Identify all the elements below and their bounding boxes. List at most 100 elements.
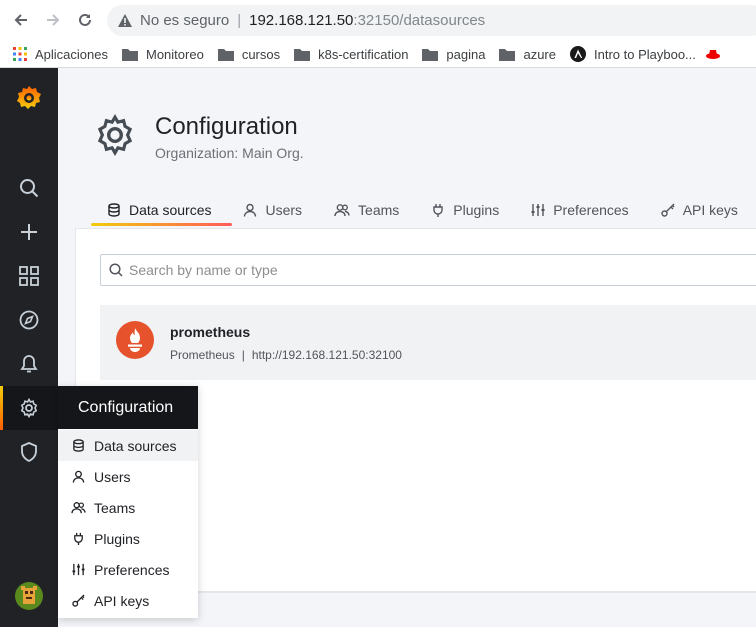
search-input[interactable] (129, 262, 729, 278)
sidebar-create[interactable] (0, 210, 58, 254)
bookmark-folder-monitoreo[interactable]: Monitoreo (122, 47, 204, 62)
bookmark-folder-k8s[interactable]: k8s-certification (294, 47, 408, 62)
redhat-icon (705, 48, 720, 60)
menu-item-label: Plugins (94, 530, 140, 547)
sidebar-profile-avatar[interactable] (0, 574, 58, 618)
ansible-icon (570, 46, 586, 62)
menu-item-label: Data sources (94, 437, 177, 454)
search-icon (20, 179, 39, 198)
tab-plugins[interactable]: Plugins (415, 194, 515, 226)
tab-users[interactable]: Users (227, 194, 318, 226)
menu-item-label: Users (94, 468, 131, 485)
menu-item-api-keys[interactable]: API keys (58, 585, 198, 616)
url-host: 192.168.121.50 (249, 12, 354, 29)
bookmark-apps[interactable]: Aplicaciones (13, 47, 108, 62)
forward-button[interactable] (37, 4, 69, 36)
bookmark-label: cursos (241, 46, 281, 62)
plus-icon (21, 224, 37, 240)
datasource-type: Prometheus (170, 348, 235, 362)
bookmark-label: k8s-certification (318, 46, 409, 62)
insecure-label: No es seguro (140, 12, 230, 29)
tab-preferences[interactable]: Preferences (515, 194, 644, 226)
bookmark-folder-azure[interactable]: azure (499, 47, 556, 62)
grafana-sidebar (0, 68, 58, 627)
datasource-url: http://192.168.121.50:32100 (251, 348, 402, 362)
folder-icon (217, 48, 234, 61)
sliders-icon (70, 563, 86, 576)
bookmark-folder-cursos[interactable]: cursos (217, 46, 281, 62)
datasource-meta: Prometheus | http://192.168.121.50:32100 (170, 348, 402, 362)
bookmark-label: Intro to Playboo... (594, 46, 696, 62)
gear-icon (20, 398, 38, 418)
menu-item-label: Preferences (94, 561, 170, 578)
gear-icon (94, 114, 136, 161)
bookmark-redhat[interactable] (705, 48, 728, 60)
menu-item-teams[interactable]: Teams (58, 492, 198, 523)
menu-item-data-sources[interactable]: Data sources (58, 430, 198, 461)
avatar (15, 582, 43, 610)
tab-label: Teams (358, 202, 400, 218)
key-icon (660, 203, 675, 217)
search-icon (109, 263, 123, 277)
page-subtitle: Organization: Main Org. (155, 145, 304, 161)
menu-header[interactable]: Configuration (58, 386, 198, 429)
browser-toolbar: No es seguro | 192.168.121.50:32150/data… (0, 0, 756, 41)
sidebar-explore[interactable] (0, 298, 58, 342)
database-icon (70, 439, 86, 452)
sidebar-configuration[interactable] (0, 386, 58, 430)
users-icon (334, 203, 350, 217)
datasource-name: prometheus (170, 324, 251, 340)
sidebar-search[interactable] (0, 166, 58, 210)
sidebar-alerting[interactable] (0, 342, 58, 386)
datasource-card[interactable]: prometheus Prometheus | http://192.168.121… (100, 305, 756, 380)
menu-item-label: API keys (94, 592, 150, 609)
user-icon (70, 470, 86, 483)
sliders-icon (531, 203, 545, 217)
reload-button[interactable] (69, 4, 101, 36)
tab-label: Users (265, 202, 303, 218)
bookmark-playbooks[interactable]: Intro to Playboo... (570, 46, 696, 62)
page-title: Configuration (155, 113, 298, 140)
bookmark-label: azure (523, 46, 556, 62)
apps-grid-icon (13, 47, 27, 61)
bookmark-label: Aplicaciones (35, 46, 108, 62)
bookmark-label: pagina (446, 46, 486, 62)
plug-icon (431, 203, 445, 217)
folder-icon (499, 48, 516, 61)
dashboards-grid-icon (19, 266, 39, 286)
database-icon (107, 203, 121, 217)
plug-icon (70, 532, 86, 545)
grafana-logo-icon (17, 86, 41, 109)
grafana-home-logo[interactable] (0, 76, 58, 120)
compass-icon (19, 310, 39, 330)
bookmark-folder-pagina[interactable]: pagina (422, 47, 485, 62)
menu-item-preferences[interactable]: Preferences (58, 554, 198, 585)
sidebar-server-admin[interactable] (0, 430, 58, 474)
datasource-separator: | (241, 348, 245, 362)
users-icon (70, 501, 86, 514)
arrow-right-icon (47, 14, 60, 26)
menu-item-users[interactable]: Users (58, 461, 198, 492)
folder-icon (294, 48, 311, 61)
search-field[interactable] (100, 254, 756, 286)
url-separator: | (237, 12, 242, 29)
shield-icon (21, 442, 37, 462)
tab-label: API keys (682, 202, 738, 218)
bell-icon (20, 355, 38, 373)
warning-icon (117, 13, 133, 28)
reload-icon (79, 13, 91, 26)
sidebar-dashboards[interactable] (0, 254, 58, 298)
user-icon (243, 203, 257, 217)
address-bar[interactable]: No es seguro | 192.168.121.50:32150/data… (107, 5, 756, 36)
back-button[interactable] (5, 4, 37, 36)
tab-data-sources[interactable]: Data sources (91, 194, 227, 226)
bookmarks-bar: Aplicaciones Monitoreo cursos k8s-certif… (0, 41, 756, 68)
tab-teams[interactable]: Teams (318, 194, 415, 226)
menu-item-plugins[interactable]: Plugins (58, 523, 198, 554)
arrow-left-icon (14, 14, 27, 26)
tab-api-keys[interactable]: API keys (645, 194, 754, 226)
folder-icon (422, 48, 439, 61)
active-tab-indicator (91, 223, 232, 226)
folder-icon (122, 48, 138, 61)
tab-label: Plugins (453, 202, 500, 218)
